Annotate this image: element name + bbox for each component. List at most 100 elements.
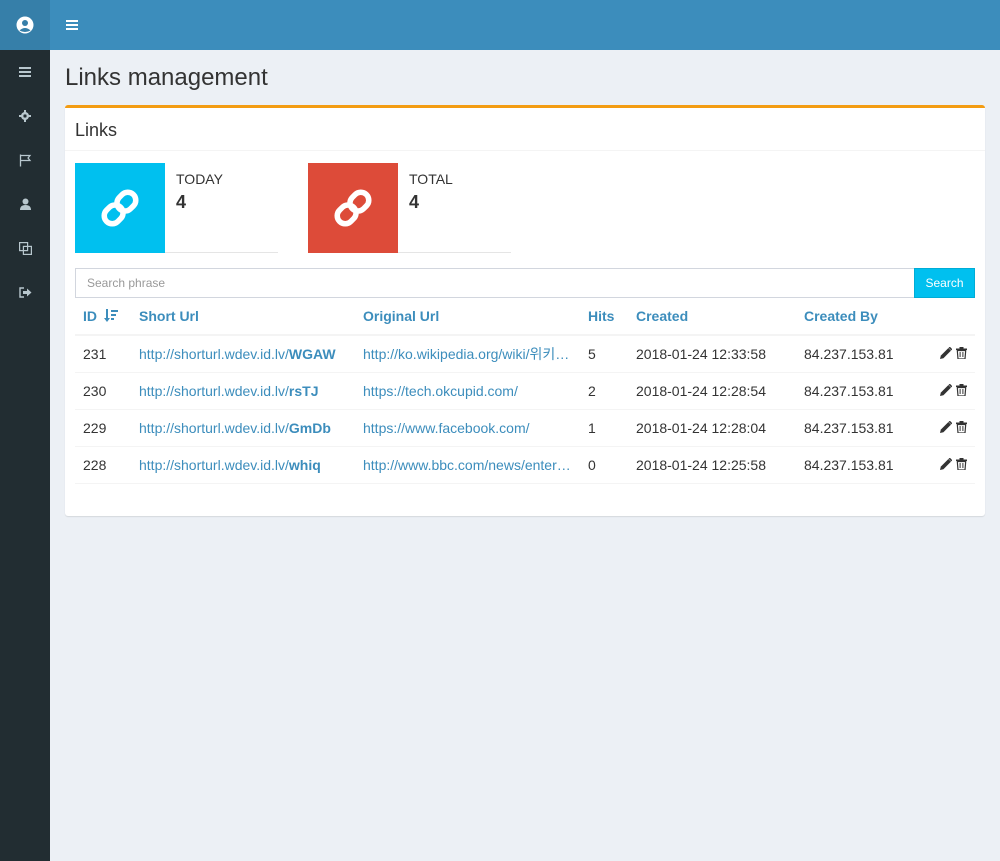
cell-id: 230	[75, 372, 131, 410]
cell-created-by: 84.237.153.81	[796, 446, 916, 484]
search-button[interactable]: Search	[914, 268, 975, 298]
cell-original-url: http://www.bbc.com/news/entertainment-ar…	[355, 446, 580, 484]
original-url-link[interactable]: https://tech.okcupid.com/	[363, 383, 518, 399]
cell-short-url: http://shorturl.wdev.id.lv/rsTJ	[131, 372, 355, 410]
user-profile-button[interactable]	[0, 0, 50, 50]
info-box-label: TOTAL	[409, 171, 453, 187]
user-icon	[19, 198, 31, 210]
sidebar-toggle-button[interactable]	[65, 18, 79, 32]
pencil-icon	[940, 383, 953, 397]
short-url-code: WGAW	[288, 345, 336, 362]
column-header-short-url[interactable]: Short Url	[131, 298, 355, 336]
table-row: 231 http://shorturl.wdev.id.lv/WGAW http:/…	[75, 335, 975, 373]
hamburger-icon	[66, 20, 78, 30]
top-navbar	[50, 0, 1000, 50]
trash-icon	[956, 384, 967, 397]
link-icon	[334, 189, 372, 227]
column-header-created[interactable]: Created	[628, 298, 796, 336]
short-url-link[interactable]: http://shorturl.wdev.id.lv/WGAW	[139, 346, 336, 362]
column-label: ID	[83, 308, 97, 324]
short-url-code: whiq	[288, 456, 321, 473]
delete-button[interactable]	[956, 420, 967, 436]
cell-hits: 2	[580, 372, 628, 410]
info-box-number: 4	[409, 192, 420, 212]
cell-hits: 1	[580, 409, 628, 447]
info-box-icon	[308, 163, 398, 253]
column-header-original-url[interactable]: Original Url	[355, 298, 580, 336]
short-url-base: http://shorturl.wdev.id.lv/	[139, 456, 289, 473]
cell-hits: 5	[580, 335, 628, 373]
original-url-link[interactable]: http://www.bbc.com/news/entertainment-ar…	[363, 457, 571, 473]
user-circle-icon	[16, 16, 34, 34]
short-url-link[interactable]: http://shorturl.wdev.id.lv/whiq	[139, 457, 321, 473]
sort-desc-icon	[103, 309, 118, 322]
cell-short-url: http://shorturl.wdev.id.lv/whiq	[131, 446, 355, 484]
cell-short-url: http://shorturl.wdev.id.lv/WGAW	[131, 335, 355, 373]
search-input[interactable]	[75, 268, 915, 298]
links-table: ID Short Url Original Url Hits Created C…	[75, 298, 975, 484]
cell-created: 2018-01-24 12:33:58	[628, 335, 796, 373]
delete-button[interactable]	[956, 383, 967, 399]
edit-button[interactable]	[940, 420, 953, 436]
info-box-icon	[75, 163, 165, 253]
table-row: 229 http://shorturl.wdev.id.lv/GmDb https:…	[75, 409, 975, 447]
edit-button[interactable]	[940, 457, 953, 473]
cell-id: 228	[75, 446, 131, 484]
cell-id: 231	[75, 335, 131, 373]
info-box-total: TOTAL 4	[308, 163, 511, 253]
pencil-icon	[940, 457, 953, 471]
edit-button[interactable]	[940, 383, 953, 399]
table-row: 230 http://shorturl.wdev.id.lv/rsTJ https:…	[75, 372, 975, 410]
cell-actions	[916, 409, 975, 447]
trash-icon	[956, 347, 967, 360]
cell-created: 2018-01-24 12:28:04	[628, 409, 796, 447]
link-icon	[101, 189, 139, 227]
box-header: Links	[65, 108, 985, 151]
pencil-icon	[940, 347, 953, 360]
cell-original-url: https://www.facebook.com/	[355, 409, 580, 447]
table-header-row: ID Short Url Original Url Hits Created C…	[75, 298, 975, 336]
info-box-today: TODAY 4	[75, 163, 278, 253]
column-header-created-by[interactable]: Created By	[796, 298, 916, 336]
cell-created-by: 84.237.153.81	[796, 372, 916, 410]
cell-created: 2018-01-24 12:28:54	[628, 372, 796, 410]
cell-original-url: https://tech.okcupid.com/	[355, 372, 580, 410]
sidebar-item-logout[interactable]	[0, 270, 50, 314]
sidebar-item-flags[interactable]	[0, 138, 50, 182]
page-title: Links management	[65, 64, 268, 91]
sign-out-icon	[18, 286, 31, 298]
edit-button[interactable]	[940, 346, 953, 362]
short-url-link[interactable]: http://shorturl.wdev.id.lv/rsTJ	[139, 383, 319, 399]
cell-actions	[916, 372, 975, 410]
delete-button[interactable]	[956, 457, 967, 473]
original-url-link[interactable]: http://ko.wikipedia.org/wiki/위키백과	[363, 344, 571, 364]
copy-icon	[18, 241, 32, 255]
sidebar-item-copy[interactable]	[0, 226, 50, 270]
trash-icon	[956, 421, 967, 434]
info-box-label: TODAY	[176, 171, 223, 187]
sidebar-item-settings[interactable]	[0, 94, 50, 138]
sidebar-item-menu[interactable]	[0, 50, 50, 94]
delete-button[interactable]	[956, 346, 967, 362]
cell-actions	[916, 335, 975, 373]
column-header-id[interactable]: ID	[75, 298, 131, 336]
column-header-hits[interactable]: Hits	[580, 298, 628, 336]
cell-created-by: 84.237.153.81	[796, 335, 916, 373]
box-title: Links	[75, 120, 118, 140]
cell-actions	[916, 446, 975, 484]
short-url-link[interactable]: http://shorturl.wdev.id.lv/GmDb	[139, 420, 331, 436]
sidebar-item-users[interactable]	[0, 182, 50, 226]
sidebar	[0, 0, 50, 861]
short-url-base: http://shorturl.wdev.id.lv/	[139, 419, 289, 436]
cell-id: 229	[75, 409, 131, 447]
cell-created: 2018-01-24 12:25:58	[628, 446, 796, 484]
cell-original-url: http://ko.wikipedia.org/wiki/위키백과	[355, 335, 580, 373]
info-box-number: 4	[176, 192, 187, 212]
trash-icon	[956, 458, 967, 471]
short-url-base: http://shorturl.wdev.id.lv/	[139, 345, 289, 362]
links-box: Links TODAY 4 TOTAL 4 Search phrase Sear…	[65, 105, 985, 516]
original-url-link[interactable]: https://www.facebook.com/	[363, 420, 530, 436]
pencil-icon	[940, 420, 953, 434]
short-url-code: GmDb	[288, 419, 331, 436]
search-row: Search	[75, 268, 975, 298]
